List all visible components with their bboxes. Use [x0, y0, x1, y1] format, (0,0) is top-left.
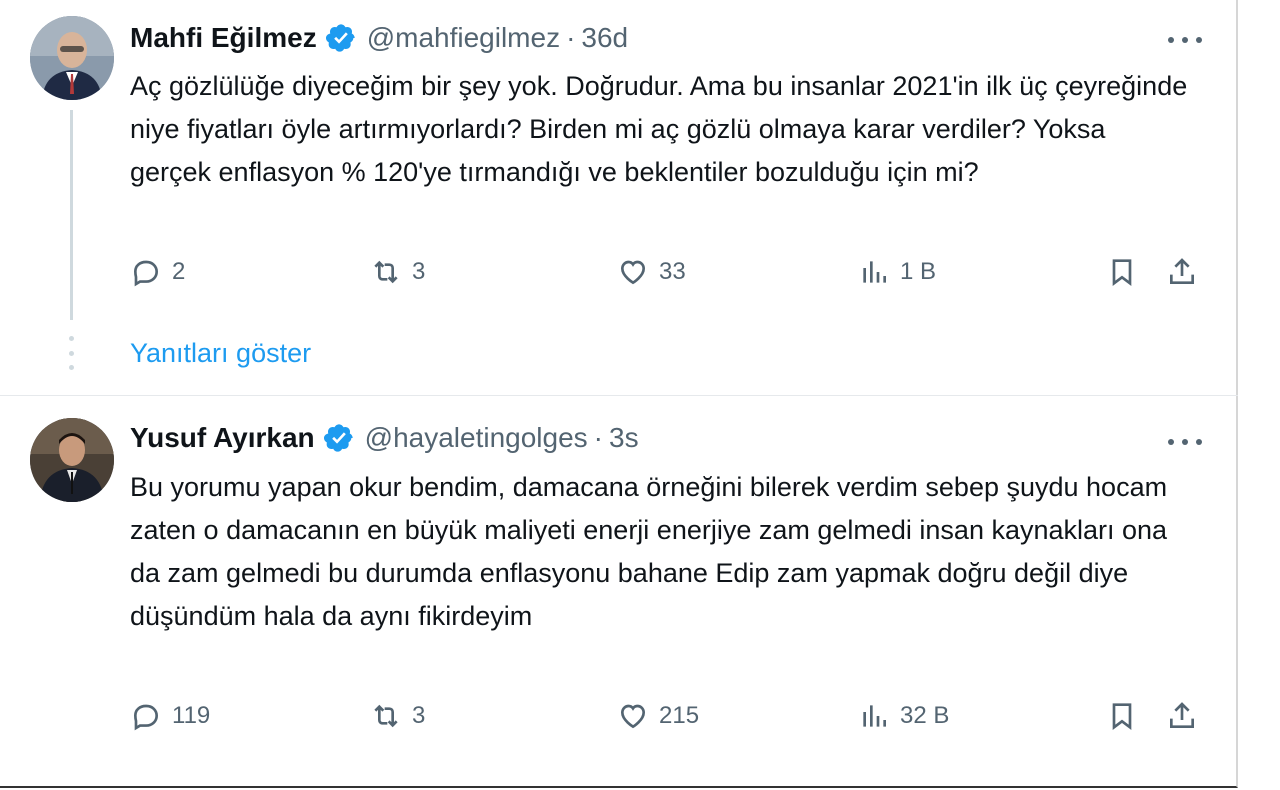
author-handle[interactable]: @mahfiegilmez	[367, 22, 560, 54]
views-count: 32 B	[900, 702, 950, 729]
reply-count: 119	[172, 702, 211, 729]
tweet-text: Bu yorumu yapan okur bendim, damacana ör…	[130, 472, 1168, 631]
tweet-text: Aç gözlülüğe diyeceğim bir şey yok. Doğr…	[130, 71, 1188, 187]
heart-icon	[620, 260, 646, 285]
reply-count: 2	[172, 258, 186, 285]
views-chart-icon	[863, 261, 886, 283]
author-name[interactable]: Yusuf Ayırkan	[130, 422, 315, 454]
retweet-button[interactable]: 3	[370, 700, 425, 732]
action-bar: 119 3 215 32 B	[130, 700, 1210, 740]
verified-badge-icon	[325, 24, 355, 52]
more-options-icon[interactable]	[1168, 34, 1202, 46]
views-chart-icon	[863, 705, 886, 727]
bookmark-button[interactable]	[1106, 256, 1148, 288]
avatar-image-icon	[30, 418, 114, 502]
timestamp[interactable]: 36d	[581, 22, 628, 54]
like-count: 215	[659, 702, 700, 729]
views-count: 1 B	[900, 258, 937, 285]
retweet-icon	[374, 260, 398, 284]
like-button[interactable]: 215	[617, 700, 699, 732]
thread-line	[70, 110, 73, 320]
reply-button[interactable]: 119	[130, 700, 210, 732]
share-icon	[1170, 702, 1194, 728]
tweet-header: Yusuf Ayırkan @hayaletingolges · 3s	[130, 422, 639, 454]
more-options-icon[interactable]	[1168, 436, 1202, 448]
separator-dot: ·	[593, 422, 603, 453]
tweet-header: Mahfi Eğilmez @mahfiegilmez · 36d	[130, 22, 628, 54]
bookmark-icon	[1112, 703, 1132, 730]
reply-icon	[133, 704, 159, 731]
views-button[interactable]: 1 B	[858, 256, 936, 288]
retweet-icon	[374, 704, 398, 728]
action-bar: 2 3 33 1 B	[130, 256, 1210, 296]
author-handle[interactable]: @hayaletingolges	[365, 422, 588, 454]
share-button[interactable]	[1166, 256, 1208, 288]
retweet-button[interactable]: 3	[370, 256, 425, 288]
bookmark-button[interactable]	[1106, 700, 1148, 732]
reply-button[interactable]: 2	[130, 256, 185, 288]
heart-icon	[620, 704, 646, 729]
avatar-image-icon	[30, 16, 114, 100]
author-name[interactable]: Mahfi Eğilmez	[130, 22, 317, 54]
show-replies-link[interactable]: Yanıtları göster	[130, 338, 311, 369]
share-icon	[1170, 258, 1194, 284]
tweet-1[interactable]: Mahfi Eğilmez @mahfiegilmez · 36d Aç göz…	[0, 0, 1238, 396]
timestamp[interactable]: 3s	[609, 422, 639, 454]
retweet-count: 3	[412, 258, 426, 285]
verified-badge-icon	[323, 424, 353, 452]
retweet-count: 3	[412, 702, 426, 729]
avatar[interactable]	[30, 16, 114, 100]
thread-dots	[69, 336, 75, 370]
like-button[interactable]: 33	[617, 256, 686, 288]
like-count: 33	[659, 258, 686, 285]
tweet-2[interactable]: Yusuf Ayırkan @hayaletingolges · 3s Bu y…	[0, 396, 1238, 788]
bookmark-icon	[1112, 259, 1132, 286]
reply-icon	[133, 260, 159, 287]
separator-dot: ·	[566, 22, 576, 53]
views-button[interactable]: 32 B	[858, 700, 949, 732]
share-button[interactable]	[1166, 700, 1208, 732]
avatar[interactable]	[30, 418, 114, 502]
